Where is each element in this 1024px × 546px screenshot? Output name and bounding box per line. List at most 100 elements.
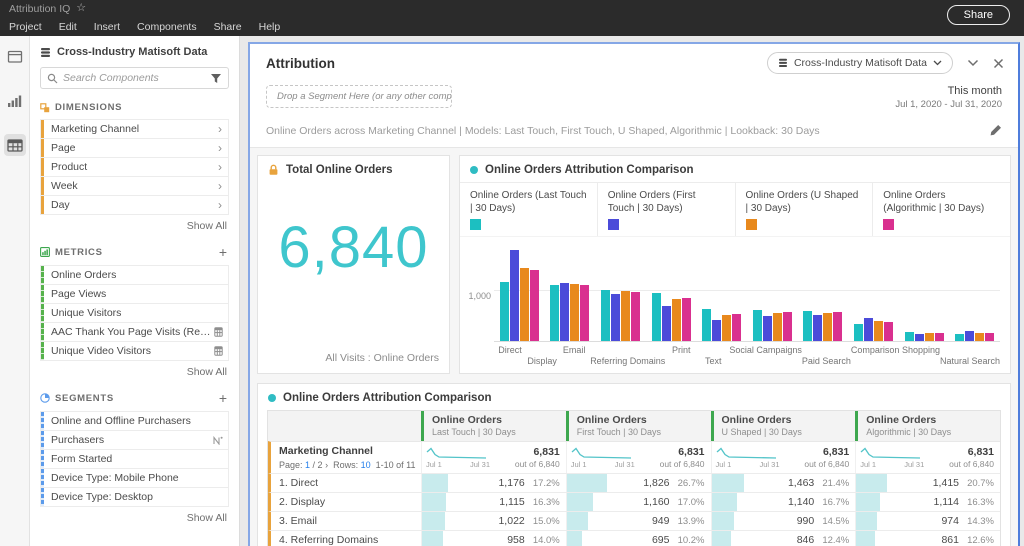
bar[interactable]	[681, 298, 691, 341]
bar[interactable]	[610, 294, 620, 341]
favorite-star-icon[interactable]: ☆	[76, 3, 86, 14]
add-metrics-button[interactable]: +	[219, 245, 229, 259]
column-header-2[interactable]: Online Orders U Shaped | 30 Days	[710, 411, 856, 441]
bar[interactable]	[934, 333, 944, 341]
row-label[interactable]: 4. Referring Domains	[271, 531, 421, 546]
bar[interactable]	[833, 312, 843, 341]
menu-components[interactable]: Components	[137, 21, 197, 33]
bar[interactable]	[803, 311, 813, 341]
date-range-picker[interactable]: This month Jul 1, 2020 - Jul 31, 2020	[895, 85, 1002, 110]
legend-item-3[interactable]: Online Orders (Algorithmic | 30 Days)	[873, 183, 1010, 236]
bar[interactable]	[823, 313, 833, 341]
bar[interactable]	[702, 309, 712, 341]
column-header-3[interactable]: Online Orders Algorithmic | 30 Days	[855, 411, 1000, 441]
show-all-dimensions[interactable]: Show All	[40, 220, 229, 232]
sidebar-item-marketing-channel[interactable]: Marketing Channel ›	[41, 120, 228, 139]
table-cell[interactable]: 949 13.9%	[565, 512, 711, 530]
search-input[interactable]	[63, 72, 205, 84]
next-page-chevron-icon[interactable]: ›	[325, 460, 328, 470]
show-all-metrics[interactable]: Show All	[40, 366, 229, 378]
bar[interactable]	[762, 316, 772, 341]
sidebar-item-page-views[interactable]: Page Views	[41, 285, 228, 304]
table-cell[interactable]: 1,114 16.3%	[855, 493, 1000, 511]
bar[interactable]	[752, 310, 762, 341]
row-label[interactable]: 2. Display	[271, 493, 421, 511]
bar[interactable]	[630, 292, 640, 341]
row-label[interactable]: 1. Direct	[271, 474, 421, 492]
table-cell[interactable]: 1,463 21.4%	[710, 474, 856, 492]
bar[interactable]	[904, 332, 914, 341]
table-cell[interactable]: 1,022 15.0%	[421, 512, 566, 530]
sidebar-item-aac-thank-you-page-visits-registration-c[interactable]: AAC Thank You Page Visits (Registration …	[41, 323, 228, 342]
bar[interactable]	[924, 333, 934, 341]
segment-dropzone[interactable]: Drop a Segment Here (or any other compon…	[266, 85, 452, 108]
table-cell[interactable]: 990 14.5%	[710, 512, 856, 530]
legend-item-1[interactable]: Online Orders (First Touch | 30 Days)	[598, 183, 736, 236]
sidebar-item-day[interactable]: Day ›	[41, 196, 228, 215]
table-cell[interactable]: 1,115 16.3%	[421, 493, 566, 511]
bar[interactable]	[772, 313, 782, 341]
bar[interactable]	[873, 321, 883, 341]
bar[interactable]	[671, 299, 681, 341]
dataset-selector[interactable]: Cross-Industry Matisoft Data	[766, 52, 953, 74]
bar[interactable]	[985, 333, 995, 341]
bar[interactable]	[853, 324, 863, 341]
column-header-1[interactable]: Online Orders First Touch | 30 Days	[565, 411, 711, 441]
bar[interactable]	[712, 320, 722, 341]
show-all-segments[interactable]: Show All	[40, 512, 229, 524]
sidebar-item-unique-visitors[interactable]: Unique Visitors	[41, 304, 228, 323]
sidebar-item-device-type-desktop[interactable]: Device Type: Desktop	[41, 488, 228, 507]
sidebar-item-online-orders[interactable]: Online Orders	[41, 266, 228, 285]
bar[interactable]	[570, 284, 580, 341]
bar[interactable]	[722, 315, 732, 341]
bar[interactable]	[519, 268, 529, 341]
table-cell[interactable]: 974 14.3%	[855, 512, 1000, 530]
table-cell[interactable]: 1,140 16.7%	[710, 493, 856, 511]
edit-description-button[interactable]	[989, 124, 1002, 137]
legend-item-2[interactable]: Online Orders (U Shaped | 30 Days)	[736, 183, 874, 236]
menu-help[interactable]: Help	[259, 21, 281, 33]
row-label[interactable]: 3. Email	[271, 512, 421, 530]
sidebar-item-product[interactable]: Product ›	[41, 158, 228, 177]
sidebar-item-online-and-offline-purchasers[interactable]: Online and Offline Purchasers	[41, 412, 228, 431]
bar[interactable]	[620, 291, 630, 341]
table-cell[interactable]: 1,176 17.2%	[421, 474, 566, 492]
bar[interactable]	[782, 312, 792, 341]
bar[interactable]	[883, 322, 893, 341]
table-cell[interactable]: 1,415 20.7%	[855, 474, 1000, 492]
add-segments-button[interactable]: +	[219, 391, 229, 405]
bar[interactable]	[580, 285, 590, 341]
close-panel-button[interactable]	[993, 58, 1004, 69]
menu-edit[interactable]: Edit	[59, 21, 77, 33]
bar[interactable]	[955, 334, 965, 341]
bar[interactable]	[914, 334, 924, 341]
bar[interactable]	[813, 315, 823, 341]
share-button[interactable]: Share	[946, 5, 1010, 25]
table-cell[interactable]: 1,826 26.7%	[565, 474, 711, 492]
components-icon[interactable]	[3, 134, 26, 156]
bar[interactable]	[965, 331, 975, 341]
menu-project[interactable]: Project	[9, 21, 42, 33]
table-cell[interactable]: 861 12.6%	[855, 531, 1000, 546]
sidebar-item-device-type-mobile-phone[interactable]: Device Type: Mobile Phone	[41, 469, 228, 488]
page-number[interactable]: 1	[305, 460, 310, 470]
bar[interactable]	[863, 318, 873, 341]
table-cell[interactable]: 695 10.2%	[565, 531, 711, 546]
bar[interactable]	[529, 270, 539, 341]
table-cell[interactable]: 958 14.0%	[421, 531, 566, 546]
sidebar-item-unique-video-visitors[interactable]: Unique Video Visitors	[41, 342, 228, 361]
panels-icon[interactable]	[4, 46, 26, 68]
bar[interactable]	[560, 283, 570, 341]
bar[interactable]	[661, 306, 671, 341]
legend-item-0[interactable]: Online Orders (Last Touch | 30 Days)	[460, 183, 598, 236]
filter-icon[interactable]	[210, 73, 222, 84]
bar[interactable]	[732, 314, 742, 341]
bar[interactable]	[600, 290, 610, 341]
bar[interactable]	[509, 250, 519, 341]
bar[interactable]	[550, 285, 560, 341]
visualizations-icon[interactable]	[4, 90, 26, 112]
menu-insert[interactable]: Insert	[94, 21, 120, 33]
table-cell[interactable]: 1,160 17.0%	[565, 493, 711, 511]
rows-count[interactable]: 10	[361, 460, 371, 470]
column-header-0[interactable]: Online Orders Last Touch | 30 Days	[421, 411, 566, 441]
